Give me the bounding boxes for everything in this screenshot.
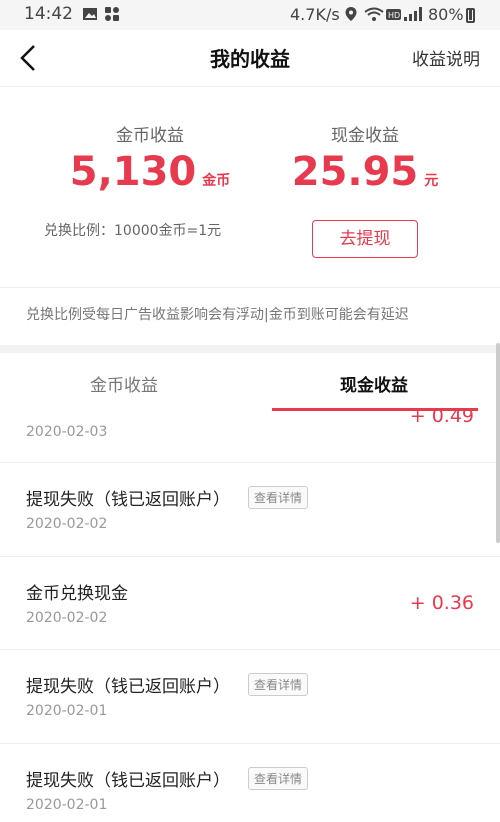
tab-cash-earnings[interactable]: 现金收益 (340, 371, 408, 396)
wifi-icon (364, 7, 384, 21)
status-bar: 14:42 4.7K/s HD 80% (0, 0, 500, 30)
divider (0, 287, 500, 288)
gallery-icon (83, 8, 97, 20)
cash-earnings-label: 现金收益 (331, 126, 399, 146)
svg-text:HD: HD (388, 11, 400, 20)
record-date: 2020-02-02 (26, 610, 108, 626)
earnings-explanation-link[interactable]: 收益说明 (412, 45, 480, 70)
list-item[interactable]: + 0.49 2020-02-03 (0, 411, 500, 463)
coin-unit: 金币 (202, 173, 231, 189)
list-item[interactable]: 提现失败（钱已返回账户） 查看详情 2020-02-01 (0, 650, 500, 744)
view-details-button[interactable]: 查看详情 (248, 767, 309, 790)
app-notification-icon (105, 7, 119, 21)
network-speed: 4.7K/s (290, 5, 340, 24)
section-gap (0, 345, 500, 353)
coin-amount: 5,130 (69, 149, 197, 195)
list-item[interactable]: 提现失败（钱已返回账户） 查看详情 2020-02-02 (0, 463, 500, 557)
list-item[interactable]: 金币兑换现金 + 0.36 2020-02-02 (0, 557, 500, 650)
record-date: 2020-02-01 (26, 703, 108, 719)
signal-hd-4g-icon: HD (386, 7, 422, 21)
withdraw-button[interactable]: 去提现 (312, 220, 418, 258)
scrollbar[interactable] (496, 343, 500, 543)
cash-records-list[interactable]: + 0.49 2020-02-03 提现失败（钱已返回账户） 查看详情 2020… (0, 411, 500, 822)
record-amount: + 0.49 (409, 411, 474, 427)
earnings-tabs: 金币收益 现金收益 (0, 353, 500, 411)
coin-earnings-value: 5,130 金币 (40, 149, 260, 195)
record-title: 提现失败（钱已返回账户） (26, 677, 230, 697)
earnings-summary: 金币收益 5,130 金币 现金收益 25.95 元 兑换比例：10000金币=1元… (0, 87, 500, 345)
battery-icon (466, 8, 475, 23)
status-time: 14:42 (24, 4, 73, 24)
list-item[interactable]: 提现失败（钱已返回账户） 查看详情 2020-02-01 (0, 744, 500, 822)
battery-level: 80% (428, 5, 464, 24)
cash-amount: 25.95 (291, 149, 419, 195)
view-details-button[interactable]: 查看详情 (248, 486, 309, 509)
record-amount: + 0.36 (409, 592, 474, 614)
record-date: 2020-02-03 (26, 424, 108, 440)
tab-coin-earnings[interactable]: 金币收益 (90, 371, 158, 396)
cash-unit: 元 (424, 173, 439, 189)
record-date: 2020-02-01 (26, 797, 108, 813)
record-title: 提现失败（钱已返回账户） (26, 771, 230, 791)
coin-earnings-label: 金币收益 (116, 126, 184, 146)
record-title: 提现失败（钱已返回账户） (26, 490, 230, 510)
cash-earnings-value: 25.95 元 (265, 149, 465, 195)
exchange-note: 兑换比例受每日广告收益影响会有浮动|金币到账可能会有延迟 (26, 307, 409, 323)
nav-bar: 我的收益 收益说明 (0, 30, 500, 87)
record-title: 金币兑换现金 (26, 584, 128, 604)
view-details-button[interactable]: 查看详情 (248, 673, 309, 696)
record-date: 2020-02-02 (26, 516, 108, 532)
exchange-ratio: 兑换比例：10000金币=1元 (44, 223, 222, 239)
location-icon (345, 7, 357, 21)
